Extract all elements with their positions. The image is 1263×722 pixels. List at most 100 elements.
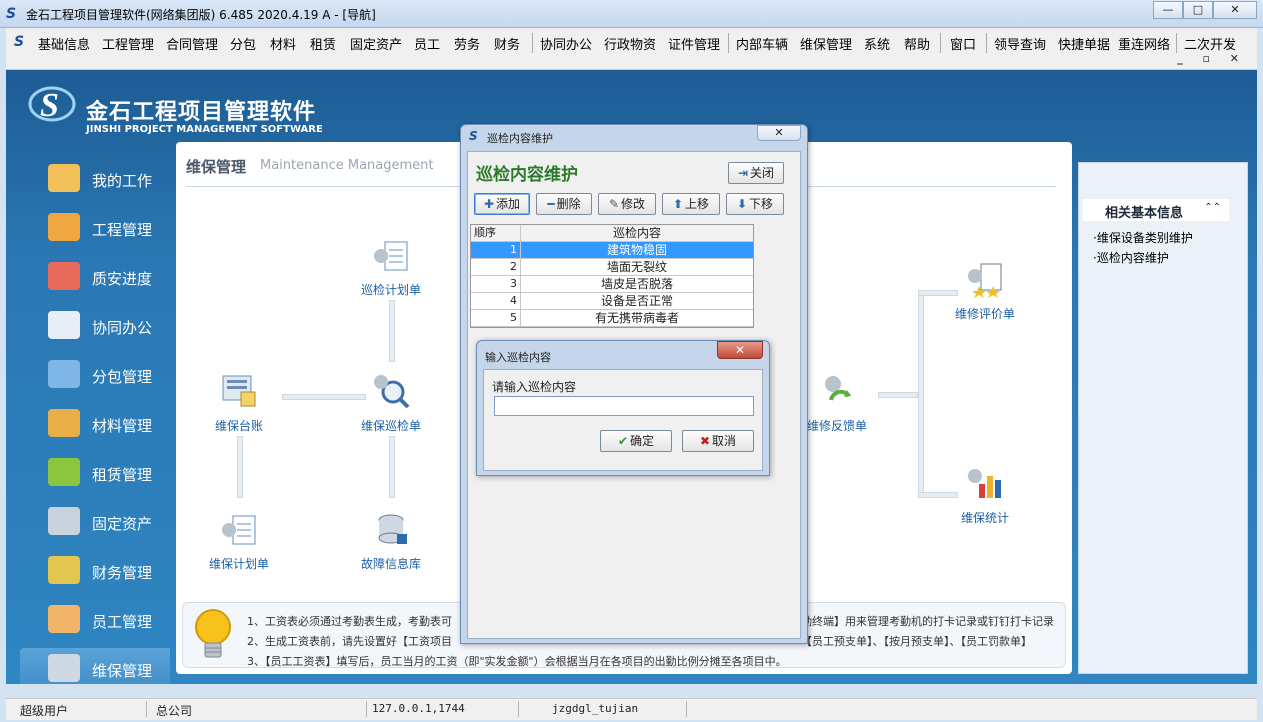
maint-plan-icon bbox=[222, 515, 256, 545]
clock-chart-icon bbox=[48, 262, 80, 290]
menu-separator bbox=[986, 33, 987, 53]
sidebar-item-collab[interactable]: 协同办公 bbox=[20, 305, 170, 349]
flow-maint-plan[interactable]: 维保计划单 bbox=[194, 508, 284, 572]
row-content: 有无携带病毒者 bbox=[594, 311, 679, 325]
mdi-controls[interactable]: _ ▫ ✕ bbox=[1177, 52, 1247, 65]
status-separator bbox=[518, 701, 519, 717]
link-device-category[interactable]: ·维保设备类别维护 bbox=[1093, 229, 1193, 246]
menu-item-help[interactable]: 帮助 bbox=[904, 34, 930, 53]
feedback-icon bbox=[825, 376, 851, 401]
sidebar-item-label: 协同办公 bbox=[92, 319, 153, 337]
sidebar-item-label: 我的工作 bbox=[92, 172, 153, 190]
sidebar-item-label: 工程管理 bbox=[92, 221, 153, 239]
menu-item-staff[interactable]: 员工 bbox=[414, 34, 440, 53]
close-dialog-label: 关闭 bbox=[750, 166, 775, 180]
cancel-button[interactable]: ✖ 取消 bbox=[682, 430, 754, 452]
status-separator bbox=[686, 701, 687, 717]
menu-item-leader-query[interactable]: 领导查询 bbox=[994, 34, 1046, 53]
menu-item-material[interactable]: 材料 bbox=[270, 34, 296, 53]
arrow-down-icon: ⬇ bbox=[736, 197, 748, 211]
sidebar-item-staff[interactable]: 员工管理 bbox=[20, 599, 170, 643]
menu-item-collab[interactable]: 协同办公 bbox=[540, 34, 592, 53]
flow-inspect-plan[interactable]: 巡检计划单 bbox=[346, 234, 436, 298]
column-header-order[interactable]: 顺序 bbox=[471, 225, 521, 241]
menu-item-window[interactable]: 窗口 bbox=[950, 34, 976, 53]
money-icon bbox=[48, 556, 80, 584]
inspect-content-input[interactable] bbox=[494, 396, 754, 416]
menu-item-fixed-assets[interactable]: 固定资产 bbox=[350, 34, 402, 53]
flow-arrow bbox=[918, 290, 958, 296]
exit-icon: ⇥ bbox=[737, 166, 749, 180]
edit-button[interactable]: ✎ 修改 bbox=[598, 193, 656, 215]
status-separator bbox=[366, 701, 367, 717]
sidebar-item-finance[interactable]: 财务管理 bbox=[20, 550, 170, 594]
input-dialog-title: 输入巡检内容 bbox=[485, 351, 551, 364]
menu-item-admin-supplies[interactable]: 行政物资 bbox=[604, 34, 656, 53]
move-down-button[interactable]: ⬇ 下移 bbox=[726, 193, 784, 215]
menu-item-subcontract[interactable]: 分包 bbox=[230, 34, 256, 53]
menu-item-certificates[interactable]: 证件管理 bbox=[668, 34, 720, 53]
sidebar-item-quality[interactable]: 质安进度 bbox=[20, 256, 170, 300]
sidebar-item-maintenance[interactable]: 维保管理 bbox=[20, 648, 170, 684]
status-company: 总公司 bbox=[156, 704, 193, 718]
flow-inspect[interactable]: 维保巡检单 bbox=[346, 370, 436, 434]
menu-item-finance[interactable]: 财务 bbox=[494, 34, 520, 53]
menu-item-quick-docs[interactable]: 快捷单据 bbox=[1058, 34, 1110, 53]
input-prompt: 请输入巡检内容 bbox=[492, 380, 577, 394]
sidebar-item-subcontract[interactable]: 分包管理 bbox=[20, 354, 170, 398]
menu-item-system[interactable]: 系统 bbox=[864, 34, 890, 53]
dialog-title: 巡检内容维护 bbox=[487, 132, 553, 145]
menu-item-project[interactable]: 工程管理 bbox=[102, 34, 154, 53]
minus-icon: ━ bbox=[547, 197, 555, 211]
flow-inspect-plan-label: 巡检计划单 bbox=[360, 283, 421, 297]
maximize-button[interactable]: □ bbox=[1183, 1, 1213, 19]
delete-button[interactable]: ━ 删除 bbox=[536, 193, 592, 215]
link-inspect-content[interactable]: ·巡检内容维护 bbox=[1093, 249, 1169, 266]
sidebar-item-label: 员工管理 bbox=[92, 613, 153, 631]
cross-icon: ✖ bbox=[699, 434, 711, 448]
menu-item-vehicles[interactable]: 内部车辆 bbox=[736, 34, 788, 53]
brand-subtitle: JINSHI PROJECT MANAGEMENT SOFTWARE bbox=[86, 124, 323, 135]
table-row[interactable]: 1 建筑物稳固 bbox=[471, 242, 753, 259]
sidebar-item-lease[interactable]: 租赁管理 bbox=[20, 452, 170, 496]
add-button[interactable]: ✚ 添加 bbox=[474, 193, 530, 215]
column-header-content[interactable]: 巡检内容 bbox=[521, 225, 753, 241]
sidebar-item-project[interactable]: 工程管理 bbox=[20, 207, 170, 251]
table-row[interactable]: 5 有无携带病毒者 bbox=[471, 310, 753, 327]
sidebar-item-my-work[interactable]: 我的工作 bbox=[20, 158, 170, 202]
row-order: 5 bbox=[471, 310, 521, 326]
menu-item-maintenance[interactable]: 维保管理 bbox=[800, 34, 852, 53]
input-dialog-close-button[interactable]: ✕ bbox=[717, 341, 763, 359]
tip-line-1: 1、工资表必须通过考勤表生成，考勤表可 bbox=[247, 615, 452, 628]
sidebar-item-material[interactable]: 材料管理 bbox=[20, 403, 170, 447]
cancel-label: 取消 bbox=[712, 434, 737, 448]
close-dialog-button[interactable]: ⇥ 关闭 bbox=[728, 162, 784, 184]
sidebar-item-label: 质安进度 bbox=[92, 270, 153, 288]
flow-fault-db[interactable]: 故障信息库 bbox=[346, 508, 436, 572]
related-info-header[interactable]: 相关基本信息 ⌃⌃ bbox=[1083, 199, 1229, 221]
menu-item-basic-info[interactable]: 基础信息 bbox=[38, 34, 90, 53]
collapse-icon[interactable]: ⌃⌃ bbox=[1204, 202, 1221, 213]
table-row[interactable]: 4 设备是否正常 bbox=[471, 293, 753, 310]
menu-item-reconnect[interactable]: 重连网络 bbox=[1118, 34, 1170, 53]
dialog-app-icon: S bbox=[469, 129, 478, 143]
ok-button[interactable]: ✔ 确定 bbox=[600, 430, 672, 452]
row-content: 墙皮是否脱落 bbox=[600, 277, 673, 291]
close-button[interactable]: ✕ bbox=[1213, 1, 1257, 19]
plus-icon: ✚ bbox=[483, 197, 495, 211]
table-row[interactable]: 3 墙皮是否脱落 bbox=[471, 276, 753, 293]
table-row[interactable]: 2 墙面无裂纹 bbox=[471, 259, 753, 276]
menu-item-contract[interactable]: 合同管理 bbox=[166, 34, 218, 53]
menu-item-dev[interactable]: 二次开发 bbox=[1184, 34, 1236, 53]
move-up-button[interactable]: ⬆ 上移 bbox=[662, 193, 720, 215]
ok-label: 确定 bbox=[630, 434, 655, 448]
menu-item-labor[interactable]: 劳务 bbox=[454, 34, 480, 53]
sidebar-item-fixed-assets[interactable]: 固定资产 bbox=[20, 501, 170, 545]
window-controls: — □ ✕ bbox=[1153, 1, 1257, 19]
flow-ledger[interactable]: 维保台账 bbox=[194, 370, 284, 434]
arrow-up-icon: ⬆ bbox=[672, 197, 684, 211]
menu-item-lease[interactable]: 租赁 bbox=[310, 34, 336, 53]
minimize-button[interactable]: — bbox=[1153, 1, 1183, 19]
dialog-close-x-button[interactable]: ✕ bbox=[757, 125, 801, 141]
sidebar-item-label: 固定资产 bbox=[92, 515, 153, 533]
